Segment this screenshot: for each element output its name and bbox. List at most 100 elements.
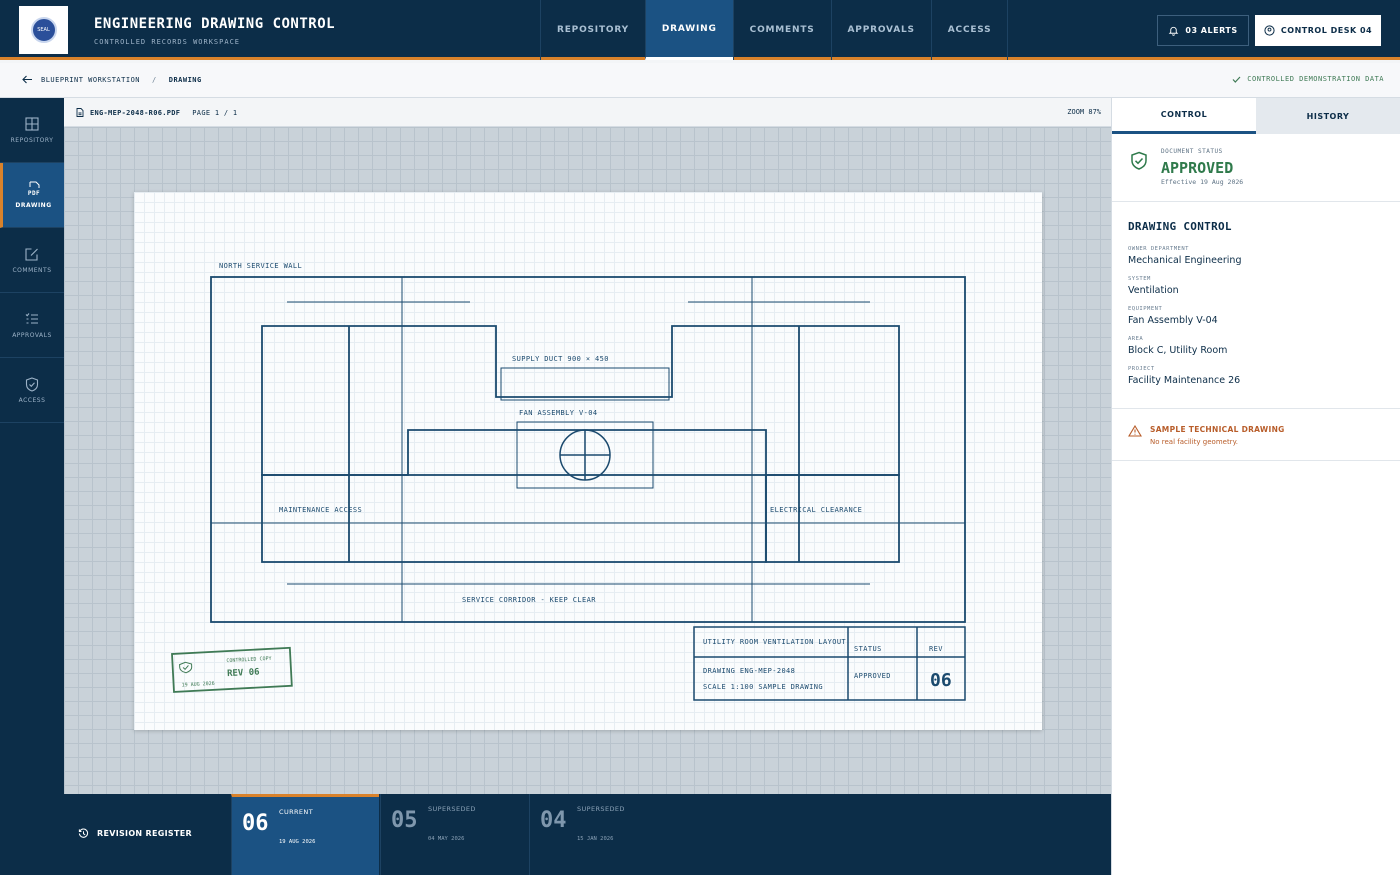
control-panel: CONTROL HISTORY DOCUMENT STATUS APPROVED… — [1111, 98, 1400, 875]
side-rail: REPOSITORY PDF DRAWING COMMENTS APPROVAL… — [0, 98, 64, 875]
supply-duct-label: SUPPLY DUCT 900 × 450 — [512, 355, 609, 363]
revision-date: 15 JAN 2026 — [577, 836, 614, 842]
edit-icon — [24, 246, 40, 262]
tab-history[interactable]: HISTORY — [1256, 98, 1400, 134]
page-indicator: PAGE 1 / 1 — [192, 108, 238, 117]
status-effective-date: Effective 19 Aug 2026 — [1161, 178, 1244, 186]
file-name: ENG-MEP-2048-R06.PDF — [90, 108, 181, 117]
nav-drawing[interactable]: DRAWING — [644, 0, 733, 60]
rail-item-access[interactable]: ACCESS — [0, 358, 64, 423]
revision-card-05[interactable]: 05 SUPERSEDED 04 MAY 2026 — [380, 794, 528, 875]
north-wall-label: NORTH SERVICE WALL — [219, 262, 302, 270]
revision-register-label: REVISION REGISTER — [97, 829, 192, 838]
app-title: ENGINEERING DRAWING CONTROL — [94, 16, 336, 32]
history-icon — [78, 828, 89, 838]
grid-icon — [24, 116, 40, 132]
title-block-drawing-no: DRAWING ENG-MEP-2048 — [703, 667, 795, 675]
title-block-scale: SCALE 1:100 SAMPLE DRAWING — [703, 683, 823, 691]
control-desk-button[interactable]: CONTROL DESK 04 — [1255, 15, 1381, 46]
drawing-control-section: DRAWING CONTROL OWNER DEPARTMENT Mechani… — [1112, 202, 1400, 409]
bell-icon — [1169, 26, 1179, 36]
rail-item-drawing[interactable]: PDF DRAWING — [0, 163, 64, 228]
rail-item-comments[interactable]: COMMENTS — [0, 228, 64, 293]
title-block-rev: 06 — [930, 670, 952, 691]
nav-approvals[interactable]: APPROVALS — [830, 0, 931, 60]
rail-item-approvals[interactable]: APPROVALS — [0, 293, 64, 358]
checklist-icon — [24, 311, 40, 327]
app-subtitle: CONTROLLED RECORDS WORKSPACE — [94, 38, 241, 46]
revision-number: 04 — [540, 808, 567, 833]
field-value: Ventilation — [1128, 285, 1179, 296]
maintenance-access-label: MAINTENANCE ACCESS — [279, 506, 362, 514]
rail-label: COMMENTS — [12, 267, 52, 274]
user-circle-icon — [1264, 25, 1275, 36]
field-project: PROJECT Facility Maintenance 26 — [1128, 366, 1384, 386]
revision-register-title[interactable]: REVISION REGISTER — [78, 828, 192, 839]
lower-right-zone — [765, 474, 900, 563]
breadcrumb-bar: BLUEPRINT WORKSTATION / DRAWING CONTROLL… — [0, 63, 1400, 98]
stamp-caption: CONTROLLED COPY — [226, 656, 271, 664]
control-desk-label: CONTROL DESK 04 — [1280, 26, 1373, 35]
rail-label: REPOSITORY — [10, 137, 54, 144]
breadcrumb-parent[interactable]: BLUEPRINT WORKSTATION — [41, 76, 140, 84]
zoom-indicator[interactable]: ZOOM 87% — [1067, 108, 1101, 116]
back-arrow-icon[interactable] — [22, 75, 33, 84]
field-label: OWNER DEPARTMENT — [1128, 246, 1189, 252]
stamp-date: 19 AUG 2026 — [182, 681, 215, 689]
top-bar: SEAL ENGINEERING DRAWING CONTROL CONTROL… — [0, 0, 1400, 60]
check-icon — [1232, 76, 1241, 83]
field-owner-department: OWNER DEPARTMENT Mechanical Engineering — [1128, 246, 1384, 266]
drawing-sheet: NORTH SERVICE WALL SUPPLY DUCT 900 × 450… — [134, 192, 1042, 730]
title-block-rev-head: REV — [929, 645, 943, 653]
stamp-rev: REV 06 — [227, 667, 260, 679]
grid-lines — [211, 277, 965, 622]
agency-logo[interactable]: SEAL — [19, 6, 68, 54]
supply-duct — [500, 367, 670, 401]
panel-tabs: CONTROL HISTORY — [1112, 98, 1400, 134]
status-value: APPROVED — [1161, 159, 1234, 177]
svg-text:PDF: PDF — [27, 190, 39, 197]
rail-item-repository[interactable]: REPOSITORY — [0, 98, 64, 163]
electrical-clearance-label: ELECTRICAL CLEARANCE — [770, 506, 862, 514]
seal-icon: SEAL — [30, 17, 57, 43]
revision-date: 04 MAY 2026 — [428, 836, 465, 842]
reference-lines — [287, 301, 870, 585]
revision-card-04[interactable]: 04 SUPERSEDED 15 JAN 2026 — [529, 794, 677, 875]
lower-zone — [261, 474, 767, 563]
demo-data-label: CONTROLLED DEMONSTRATION DATA — [1247, 75, 1384, 83]
stamp-shield-icon — [179, 661, 193, 674]
breadcrumb: BLUEPRINT WORKSTATION / DRAWING — [22, 75, 202, 84]
demo-data-note: CONTROLLED DEMONSTRATION DATA — [1232, 75, 1384, 83]
document-status: DOCUMENT STATUS APPROVED Effective 19 Au… — [1112, 134, 1400, 202]
controlled-copy-stamp: CONTROLLED COPY REV 06 19 AUG 2026 — [171, 646, 293, 693]
service-corridor-label: SERVICE CORRIDOR - KEEP CLEAR — [462, 596, 596, 604]
breadcrumb-current: DRAWING — [168, 75, 202, 84]
field-value: Fan Assembly V-04 — [1128, 315, 1218, 326]
file-label: ENG-MEP-2048-R06.PDF PAGE 1 / 1 — [76, 108, 237, 117]
sample-warning: SAMPLE TECHNICAL DRAWING No real facilit… — [1112, 409, 1400, 461]
warning-icon — [1128, 425, 1142, 437]
breadcrumb-separator: / — [152, 75, 157, 84]
field-label: EQUIPMENT — [1128, 306, 1163, 312]
revision-card-06[interactable]: 06 CURRENT 19 AUG 2026 — [231, 794, 379, 875]
rail-label: APPROVALS — [12, 332, 52, 339]
tab-control[interactable]: CONTROL — [1112, 98, 1256, 134]
alerts-button[interactable]: 03 ALERTS — [1157, 15, 1249, 46]
nav-comments[interactable]: COMMENTS — [732, 0, 831, 60]
status-caption: DOCUMENT STATUS — [1161, 148, 1223, 155]
shield-icon — [24, 376, 40, 392]
field-system: SYSTEM Ventilation — [1128, 276, 1384, 296]
field-equipment: EQUIPMENT Fan Assembly V-04 — [1128, 306, 1384, 326]
drawing-canvas[interactable]: NORTH SERVICE WALL SUPPLY DUCT 900 × 450… — [64, 127, 1111, 794]
outer-wall — [210, 276, 966, 623]
revision-number: 05 — [391, 808, 418, 833]
field-value: Block C, Utility Room — [1128, 345, 1228, 356]
field-label: AREA — [1128, 336, 1144, 342]
fan-assembly-label: FAN ASSEMBLY V-04 — [519, 409, 597, 417]
field-label: PROJECT — [1128, 366, 1155, 372]
nav-access[interactable]: ACCESS — [930, 0, 1009, 60]
rail-label: DRAWING — [15, 202, 52, 209]
field-area: AREA Block C, Utility Room — [1128, 336, 1384, 356]
pdf-icon: PDF — [26, 181, 42, 197]
nav-repository[interactable]: REPOSITORY — [540, 0, 645, 60]
